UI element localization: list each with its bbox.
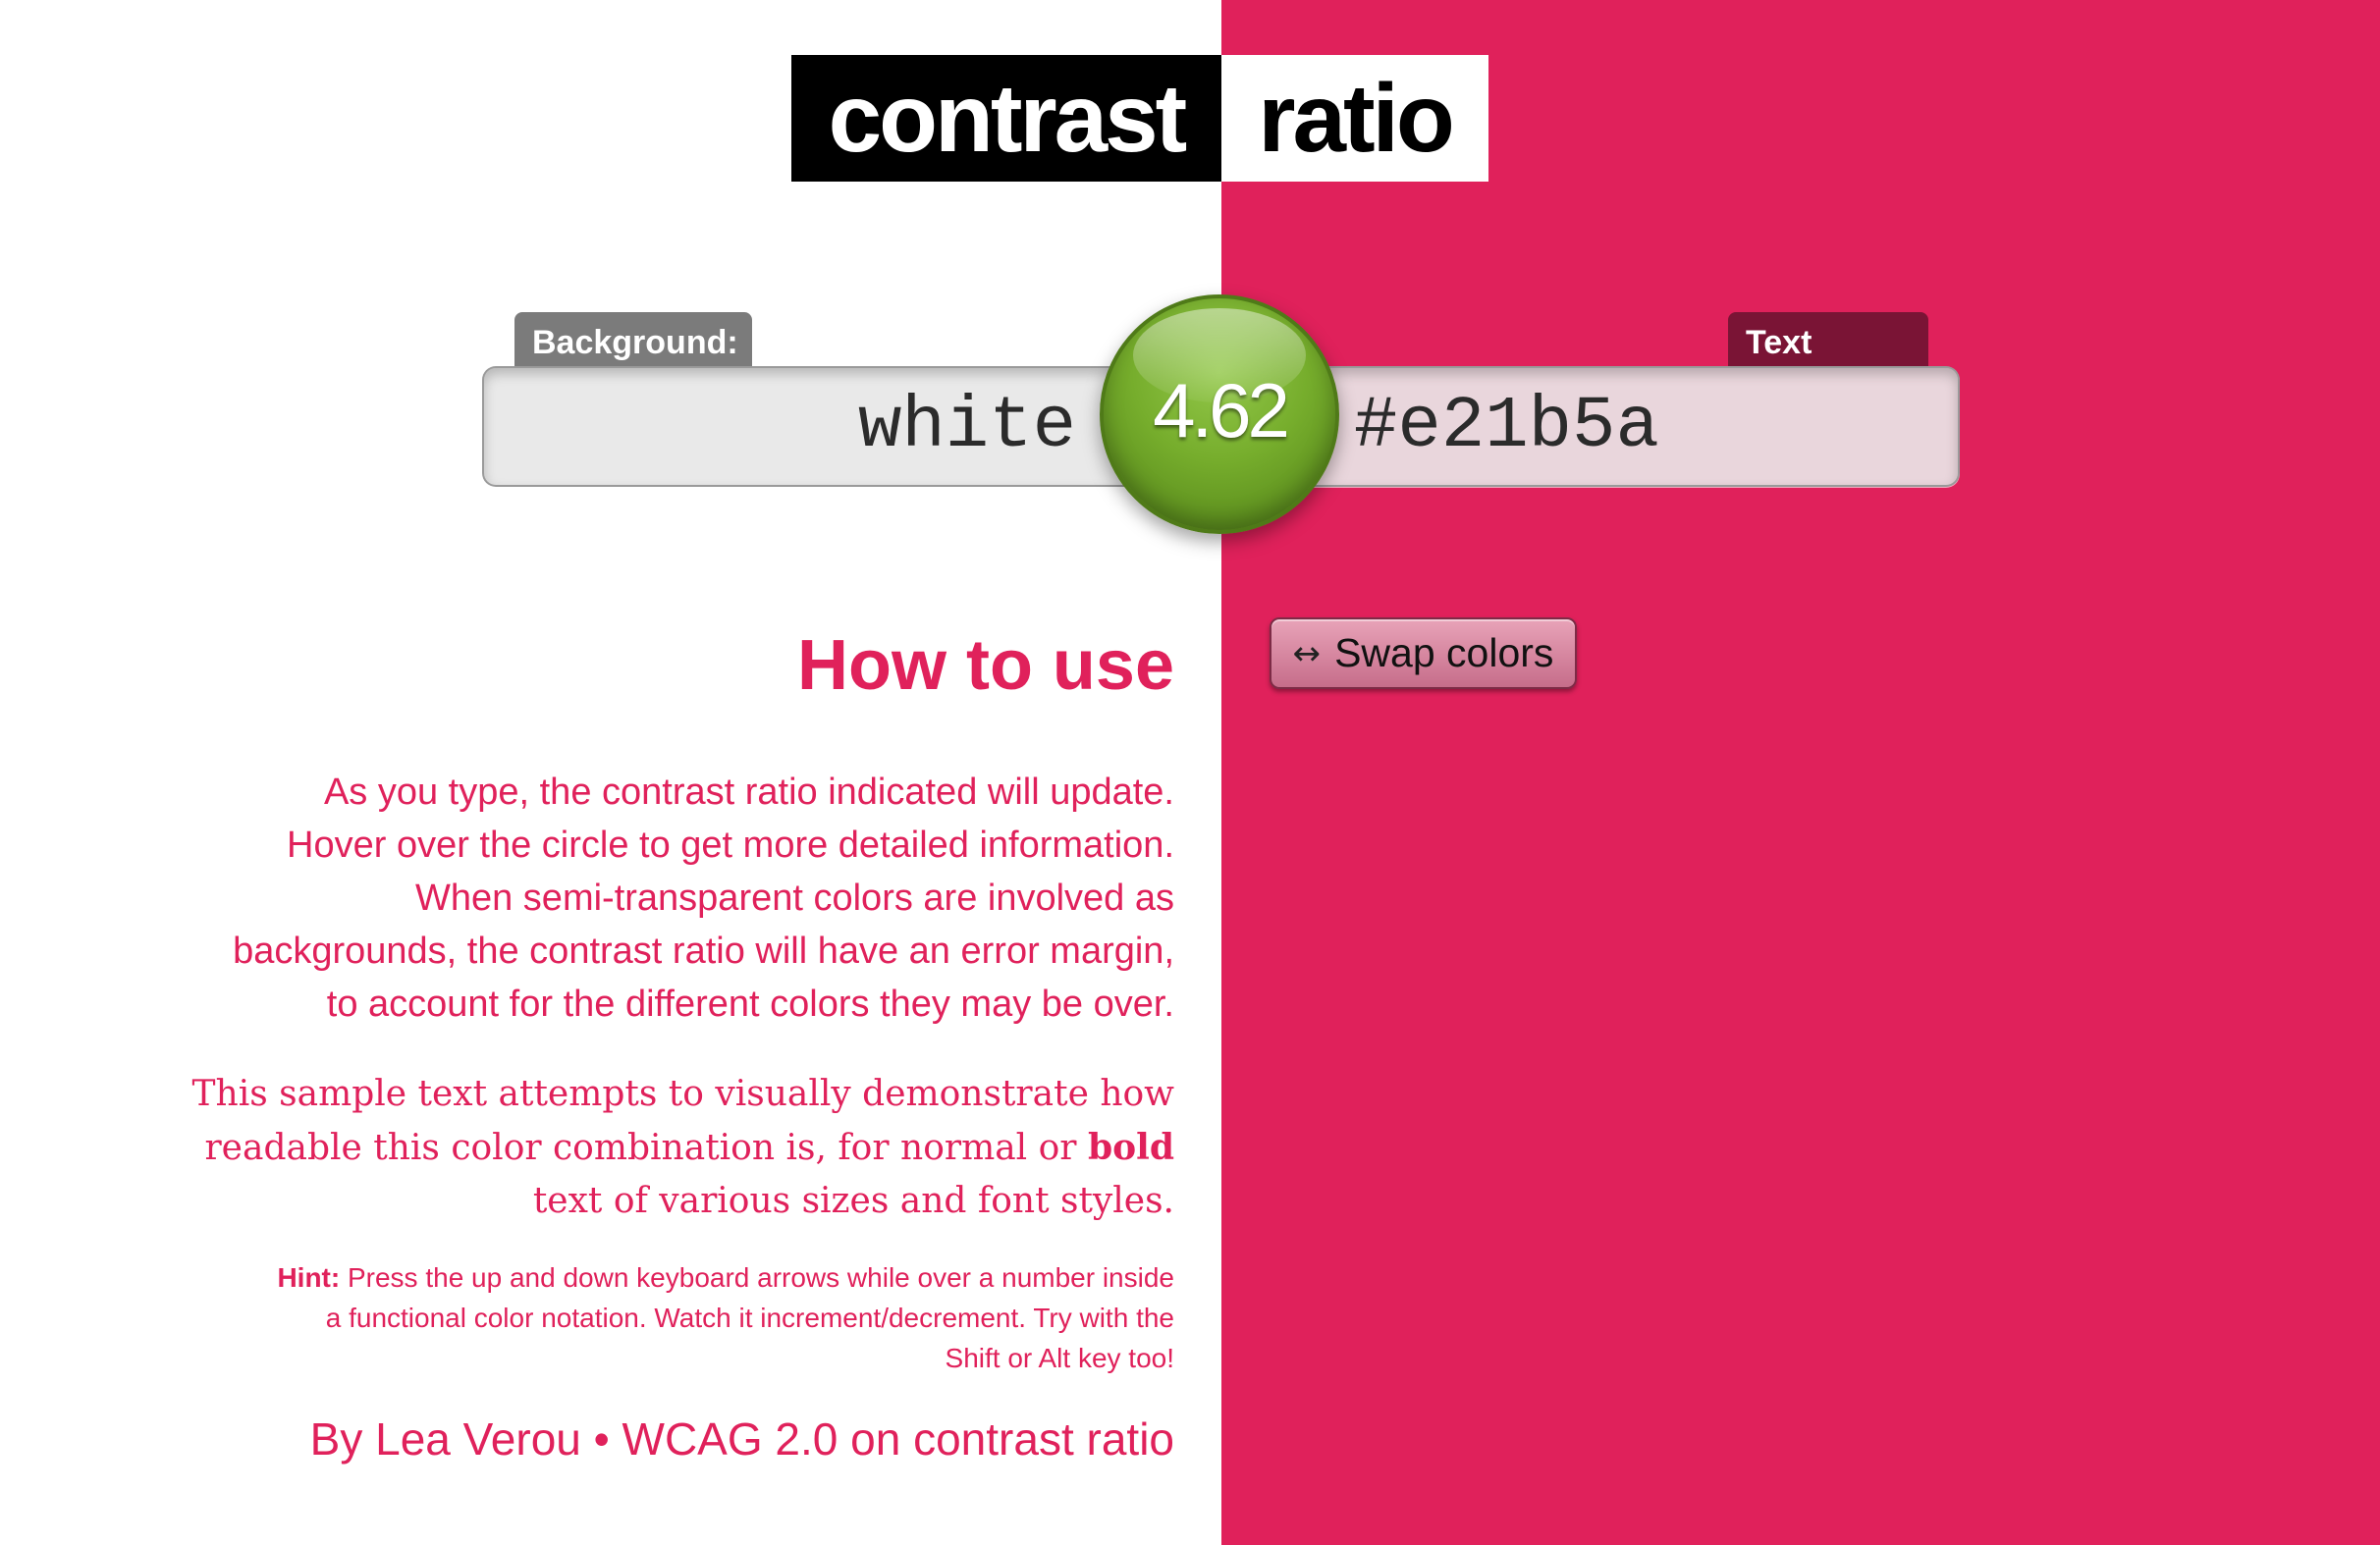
contrast-ratio-value: 4.62 bbox=[1153, 366, 1290, 453]
logo: contrast ratio bbox=[791, 55, 1488, 182]
swap-arrows-icon: ↔ bbox=[1292, 633, 1322, 673]
hint: Hint: Press the up and down keyboard arr… bbox=[157, 1257, 1174, 1378]
sample-text-line: text of various sizes and font styles. bbox=[532, 1181, 1174, 1221]
logo-word-ratio: ratio bbox=[1221, 55, 1488, 182]
sample-text-line: readable this color combination is, for … bbox=[204, 1128, 1077, 1168]
footer-separator: • bbox=[593, 1413, 610, 1465]
logo-word-contrast: contrast bbox=[791, 55, 1221, 182]
swap-colors-button[interactable]: ↔ Swap colors bbox=[1270, 617, 1577, 689]
footer: By Lea Verou • WCAG 2.0 on contrast rati… bbox=[157, 1410, 1174, 1468]
instruction-line: Hover over the circle to get more detail… bbox=[287, 825, 1174, 866]
how-to-use-section: How to use As you type, the contrast rat… bbox=[157, 609, 1174, 1468]
contrast-ratio-circle[interactable]: 4.62 bbox=[1100, 294, 1339, 534]
how-to-use-instructions: As you type, the contrast ratio indicate… bbox=[157, 766, 1174, 1031]
text-color-label: Text color: bbox=[1728, 312, 1928, 422]
wcag-link[interactable]: WCAG 2.0 on contrast ratio bbox=[622, 1413, 1174, 1465]
sample-text-bold: bold bbox=[1087, 1127, 1174, 1168]
instruction-line: When semi-transparent colors are involve… bbox=[414, 878, 1174, 919]
instruction-line: backgrounds, the contrast ratio will hav… bbox=[233, 931, 1174, 972]
sample-text: This sample text attempts to visually de… bbox=[157, 1068, 1174, 1228]
background-color-input[interactable] bbox=[482, 366, 1189, 487]
swap-colors-label: Swap colors bbox=[1334, 630, 1554, 675]
instruction-line: to account for the different colors they… bbox=[326, 984, 1174, 1025]
hint-line: a functional color notation. Watch it in… bbox=[325, 1303, 1174, 1333]
hint-label: Hint: bbox=[277, 1262, 341, 1293]
how-to-use-heading: How to use bbox=[796, 626, 1174, 705]
hint-line: Press the up and down keyboard arrows wh… bbox=[347, 1262, 1174, 1293]
sample-text-line: This sample text attempts to visually de… bbox=[191, 1074, 1174, 1114]
instruction-line: As you type, the contrast ratio indicate… bbox=[323, 772, 1174, 813]
text-color-preview-panel bbox=[1221, 0, 2380, 1545]
hint-line: Shift or Alt key too! bbox=[945, 1343, 1174, 1373]
author-link[interactable]: By Lea Verou bbox=[310, 1413, 581, 1465]
background-label: Background: bbox=[514, 312, 752, 369]
